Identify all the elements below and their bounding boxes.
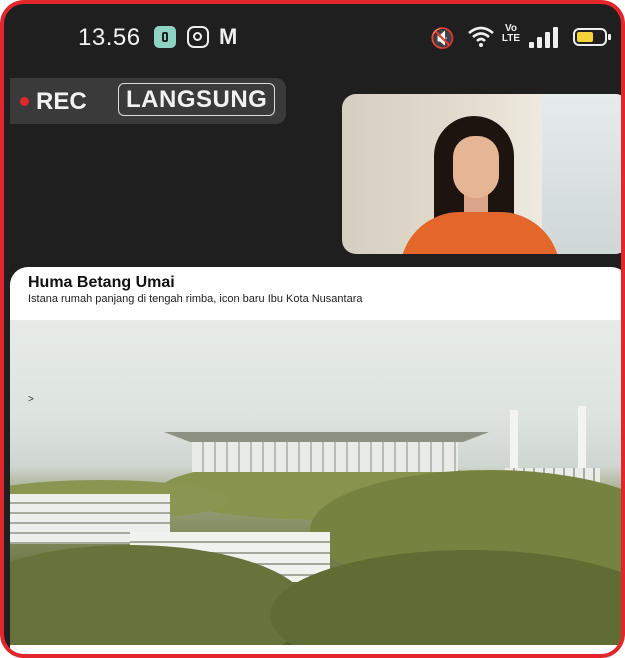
rec-label: REC	[36, 88, 87, 115]
building-roof	[164, 432, 489, 442]
rec-dot-icon	[20, 97, 29, 106]
notes-app-icon	[154, 26, 176, 48]
status-bar: 13.56 M 🔇 Vo LTE	[4, 4, 621, 70]
presenter-shirt	[400, 212, 560, 254]
battery-icon	[573, 28, 611, 46]
pointer-icon: >	[28, 394, 34, 405]
slide-footer	[10, 645, 621, 654]
volte-icon: Vo LTE	[501, 23, 521, 44]
presenter-background-window	[542, 94, 621, 254]
live-badge[interactable]: LANGSUNG	[118, 83, 276, 116]
status-indicators: 🔇 Vo LTE	[407, 22, 611, 52]
recording-indicator: REC LANGSUNG	[10, 78, 286, 124]
mute-icon: 🔇	[430, 28, 455, 50]
building-upper	[192, 442, 458, 472]
signal-icon	[529, 26, 559, 48]
slide-subtitle: Istana rumah panjang di tengah rimba, ic…	[28, 293, 363, 305]
presenter-face	[453, 136, 499, 198]
presenter-video[interactable]	[342, 94, 621, 254]
instagram-icon	[187, 26, 209, 48]
phone-frame: 13.56 M 🔇 Vo LTE REC LANGSUNG Huma Betan…	[0, 0, 625, 658]
gmail-icon: M	[219, 24, 238, 49]
status-time: 13.56	[78, 24, 141, 51]
slide-title: Huma Betang Umai	[28, 274, 175, 291]
wifi-icon	[468, 26, 494, 47]
battery-level	[577, 32, 593, 42]
presentation-slide: Huma Betang Umai Istana rumah panjang di…	[10, 267, 621, 654]
slide-rendering-image: >	[10, 320, 621, 645]
